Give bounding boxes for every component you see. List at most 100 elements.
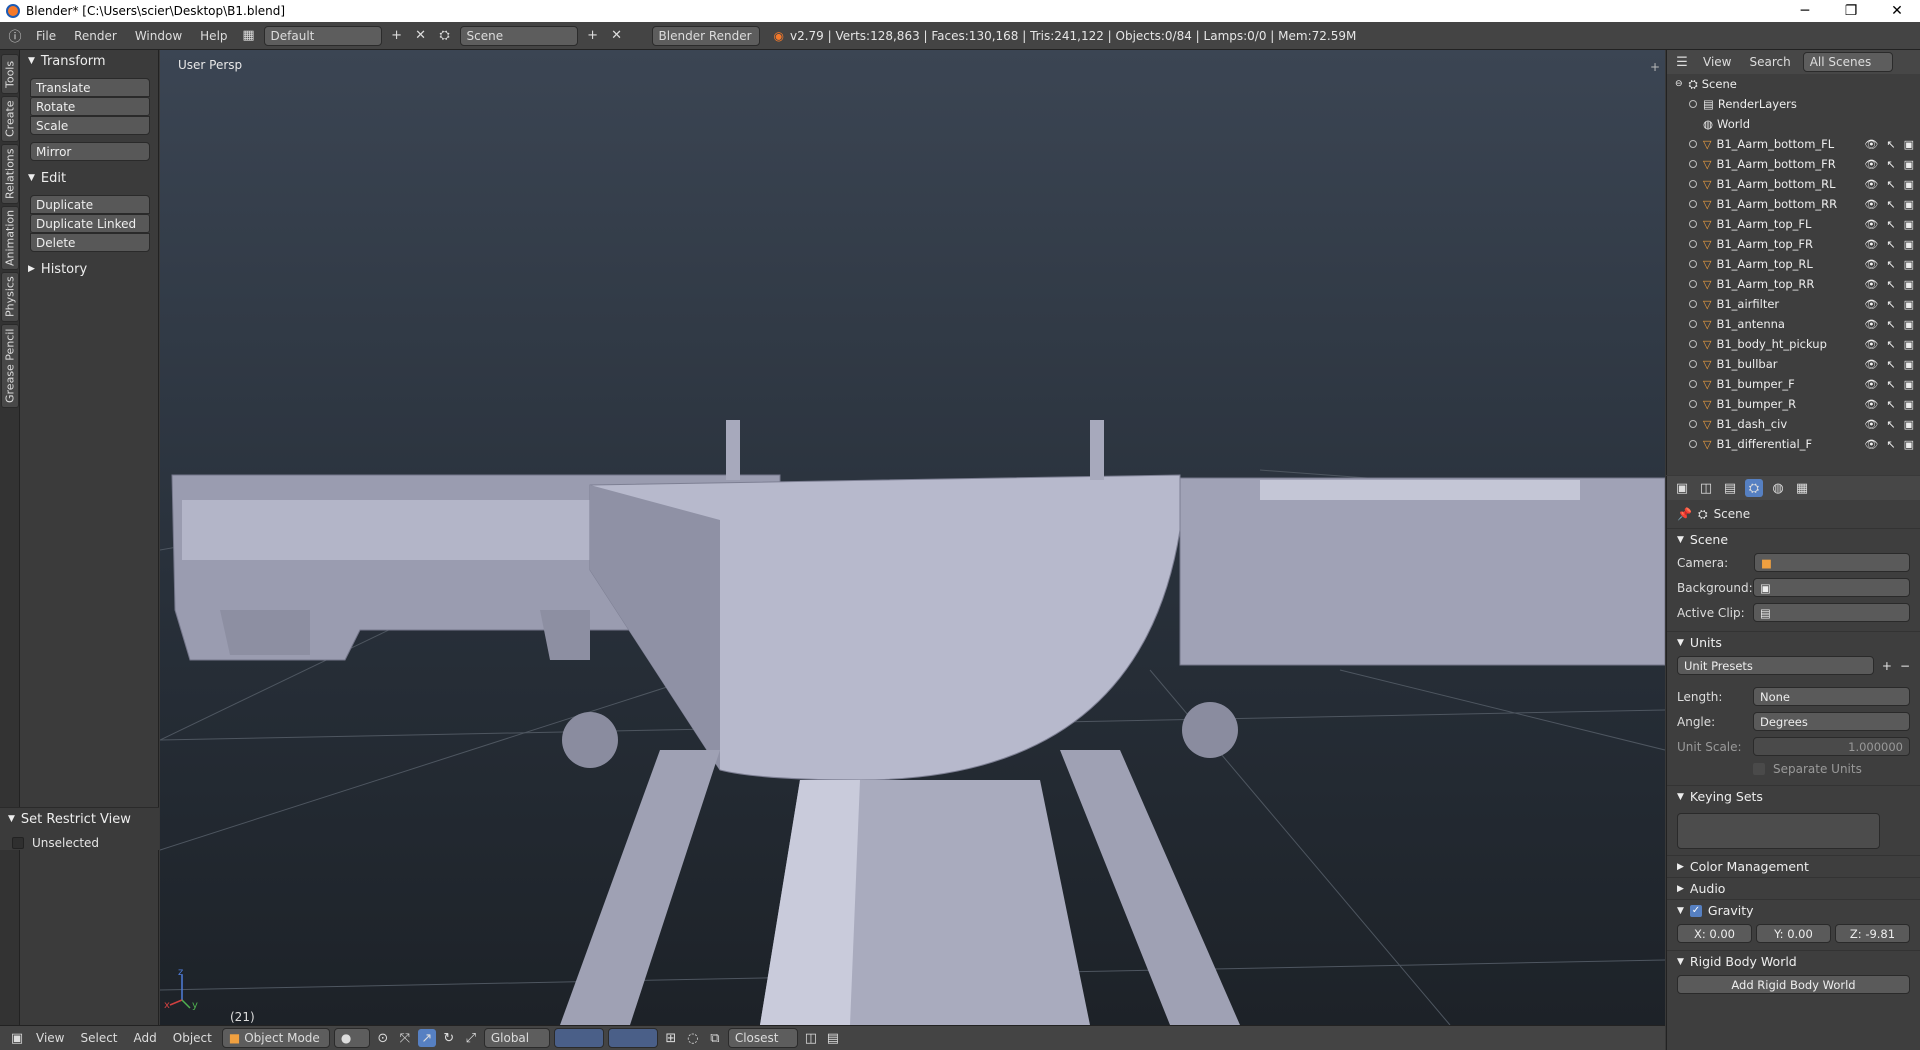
selectability-cursor-icon[interactable]: ↖ xyxy=(1886,198,1895,211)
render-tab-icon[interactable]: ◫ xyxy=(1697,479,1715,497)
translate-manipulator-icon[interactable]: ↗ xyxy=(417,1029,436,1047)
add-layout-icon[interactable]: + xyxy=(388,27,406,45)
minimize-button[interactable]: ─ xyxy=(1782,0,1828,22)
visibility-eye-icon[interactable]: 👁 xyxy=(1864,278,1878,291)
duplicate-linked-button[interactable]: Duplicate Linked xyxy=(30,214,150,233)
outliner-object-row[interactable]: ▽ B1_antenna 👁 ↖ ▣ xyxy=(1667,314,1920,334)
visibility-eye-icon[interactable]: 👁 xyxy=(1864,238,1878,251)
opengl-render-icon[interactable]: ▤ xyxy=(824,1029,842,1047)
render-engine-select[interactable]: Blender Render xyxy=(651,25,760,46)
visibility-eye-icon[interactable]: 👁 xyxy=(1864,418,1878,431)
tab-animation[interactable]: Animation xyxy=(1,206,19,270)
renderability-camera-icon[interactable]: ▣ xyxy=(1904,338,1914,351)
pivot-icon[interactable]: ⊙ xyxy=(374,1029,392,1047)
scene-section-header[interactable]: ▼ Scene xyxy=(1667,528,1920,550)
selectability-cursor-icon[interactable]: ↖ xyxy=(1886,338,1895,351)
translate-button[interactable]: Translate xyxy=(30,78,150,97)
history-panel-header[interactable]: ▶ History xyxy=(20,258,158,280)
gravity-z-field[interactable]: Z: -9.81 xyxy=(1835,924,1910,943)
gravity-section-header[interactable]: ▼ ✓ Gravity xyxy=(1667,899,1920,921)
audio-section-header[interactable]: ▶ Audio xyxy=(1667,877,1920,899)
scene-icon[interactable]: ⛭ xyxy=(436,27,454,45)
menu-add[interactable]: Add xyxy=(128,1031,163,1045)
selectability-cursor-icon[interactable]: ↖ xyxy=(1886,258,1895,271)
pin-icon[interactable]: 📌 xyxy=(1677,507,1692,521)
properties-toggle-icon[interactable]: + xyxy=(1650,60,1660,74)
length-select[interactable]: None xyxy=(1753,687,1910,706)
rotate-button[interactable]: Rotate xyxy=(30,97,150,116)
screen-layout-icon[interactable]: ▦ xyxy=(240,27,258,45)
tab-physics[interactable]: Physics xyxy=(1,272,19,322)
orientation-select[interactable]: Global xyxy=(483,1028,550,1048)
outliner-object-row[interactable]: ▽ B1_airfilter 👁 ↖ ▣ xyxy=(1667,294,1920,314)
renderability-camera-icon[interactable]: ▣ xyxy=(1904,398,1914,411)
keying-sets-section-header[interactable]: ▼ Keying Sets xyxy=(1667,785,1920,807)
visibility-eye-icon[interactable]: 👁 xyxy=(1864,318,1878,331)
renderability-camera-icon[interactable]: ▣ xyxy=(1904,138,1914,151)
menu-view[interactable]: View xyxy=(30,1031,70,1045)
delete-button[interactable]: Delete xyxy=(30,233,150,252)
lock-layers-icon[interactable]: ⊞ xyxy=(662,1029,680,1047)
scale-manipulator-icon[interactable]: ⤢ xyxy=(462,1029,480,1047)
renderability-camera-icon[interactable]: ▣ xyxy=(1904,198,1914,211)
menu-select[interactable]: Select xyxy=(74,1031,123,1045)
renderability-camera-icon[interactable]: ▣ xyxy=(1904,278,1914,291)
visibility-eye-icon[interactable]: 👁 xyxy=(1864,138,1878,151)
unit-presets-select[interactable]: Unit Presets xyxy=(1677,656,1874,675)
visibility-eye-icon[interactable]: 👁 xyxy=(1864,398,1878,411)
layers-block-1[interactable] xyxy=(553,1028,604,1048)
visibility-eye-icon[interactable]: 👁 xyxy=(1864,438,1878,451)
layers-block-2[interactable] xyxy=(607,1028,658,1048)
scene-select[interactable]: Scene xyxy=(459,25,578,46)
remove-scene-icon[interactable]: ✕ xyxy=(608,27,626,45)
background-field[interactable]: ▣ xyxy=(1753,578,1910,597)
selectability-cursor-icon[interactable]: ↖ xyxy=(1886,218,1895,231)
outliner-scene-row[interactable]: ⊖ ⛭ Scene xyxy=(1667,74,1920,94)
selectability-cursor-icon[interactable]: ↖ xyxy=(1886,358,1895,371)
visibility-eye-icon[interactable]: 👁 xyxy=(1864,338,1878,351)
separate-units-row[interactable]: Separate Units xyxy=(1667,759,1920,779)
outliner-object-row[interactable]: ▽ B1_Aarm_top_FR 👁 ↖ ▣ xyxy=(1667,234,1920,254)
menu-help[interactable]: Help xyxy=(194,29,233,43)
visibility-eye-icon[interactable]: 👁 xyxy=(1864,378,1878,391)
restrict-view-header[interactable]: ▼ Set Restrict View xyxy=(0,808,159,830)
selectability-cursor-icon[interactable]: ↖ xyxy=(1886,178,1895,191)
world-tab-icon[interactable]: ◍ xyxy=(1769,479,1787,497)
scene-tab-icon[interactable]: ⛭ xyxy=(1745,479,1763,497)
gravity-x-field[interactable]: X: 0.00 xyxy=(1677,924,1752,943)
add-preset-icon[interactable]: + xyxy=(1882,659,1892,673)
outliner-object-row[interactable]: ▽ B1_Aarm_top_FL 👁 ↖ ▣ xyxy=(1667,214,1920,234)
outliner-object-row[interactable]: ▽ B1_bumper_F 👁 ↖ ▣ xyxy=(1667,374,1920,394)
transform-panel-header[interactable]: ▼ Transform xyxy=(20,50,158,72)
renderability-camera-icon[interactable]: ▣ xyxy=(1904,378,1914,391)
renderability-camera-icon[interactable]: ▣ xyxy=(1904,418,1914,431)
unit-scale-field[interactable]: 1.000000 xyxy=(1753,737,1910,756)
maximize-button[interactable]: ❐ xyxy=(1828,0,1874,22)
outliner-object-row[interactable]: ▽ B1_body_ht_pickup 👁 ↖ ▣ xyxy=(1667,334,1920,354)
snap-icon[interactable]: ⧉ xyxy=(706,1029,724,1047)
tab-grease-pencil[interactable]: Grease Pencil xyxy=(1,324,19,408)
visibility-eye-icon[interactable]: 👁 xyxy=(1864,178,1878,191)
add-rigid-body-world-button[interactable]: Add Rigid Body World xyxy=(1677,975,1910,994)
visibility-eye-icon[interactable]: 👁 xyxy=(1864,358,1878,371)
visibility-eye-icon[interactable]: 👁 xyxy=(1864,218,1878,231)
renderability-camera-icon[interactable]: ▣ xyxy=(1904,158,1914,171)
selectability-cursor-icon[interactable]: ↖ xyxy=(1886,158,1895,171)
properties-editor-icon[interactable]: ▣ xyxy=(1673,479,1691,497)
duplicate-button[interactable]: Duplicate xyxy=(30,195,150,214)
menu-window[interactable]: Window xyxy=(129,29,188,43)
outliner-object-row[interactable]: ▽ B1_Aarm_bottom_RL 👁 ↖ ▣ xyxy=(1667,174,1920,194)
camera-field[interactable]: ■ xyxy=(1754,553,1910,572)
tab-create[interactable]: Create xyxy=(1,96,19,142)
outliner-object-row[interactable]: ▽ B1_bumper_R 👁 ↖ ▣ xyxy=(1667,394,1920,414)
outliner-object-row[interactable]: ▽ B1_Aarm_bottom_FL 👁 ↖ ▣ xyxy=(1667,134,1920,154)
renderability-camera-icon[interactable]: ▣ xyxy=(1904,258,1914,271)
rotate-manipulator-icon[interactable]: ↻ xyxy=(440,1029,458,1047)
outliner-object-row[interactable]: ▽ B1_Aarm_top_RL 👁 ↖ ▣ xyxy=(1667,254,1920,274)
active-clip-field[interactable]: ▤ xyxy=(1753,603,1910,622)
outliner-renderlayers-row[interactable]: ▤ RenderLayers xyxy=(1667,94,1920,114)
shading-select[interactable]: ● xyxy=(333,1028,370,1048)
mode-select[interactable]: ■ Object Mode xyxy=(221,1028,330,1048)
units-section-header[interactable]: ▼ Units xyxy=(1667,631,1920,653)
outliner-object-row[interactable]: ▽ B1_differential_F 👁 ↖ ▣ xyxy=(1667,434,1920,454)
